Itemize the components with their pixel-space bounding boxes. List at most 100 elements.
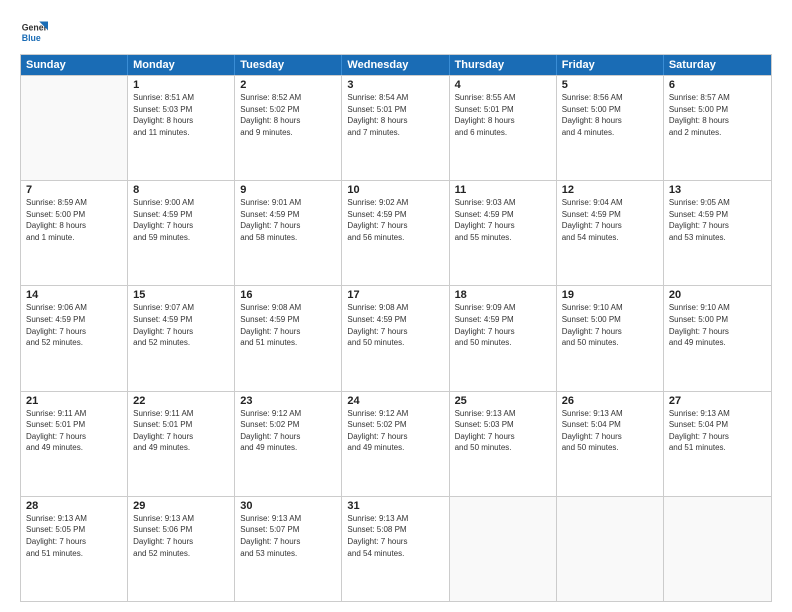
day-info: Sunrise: 9:03 AMSunset: 4:59 PMDaylight:… xyxy=(455,197,551,243)
day-info: Sunrise: 9:12 AMSunset: 5:02 PMDaylight:… xyxy=(347,408,443,454)
calendar-cell: 3Sunrise: 8:54 AMSunset: 5:01 PMDaylight… xyxy=(342,76,449,180)
header-cell: Sunday xyxy=(21,55,128,75)
day-number: 21 xyxy=(26,395,122,407)
day-number: 4 xyxy=(455,79,551,91)
day-info: Sunrise: 9:12 AMSunset: 5:02 PMDaylight:… xyxy=(240,408,336,454)
day-number: 8 xyxy=(133,184,229,196)
calendar-cell: 20Sunrise: 9:10 AMSunset: 5:00 PMDayligh… xyxy=(664,286,771,390)
day-info: Sunrise: 8:57 AMSunset: 5:00 PMDaylight:… xyxy=(669,92,766,138)
calendar-cell xyxy=(450,497,557,601)
day-number: 23 xyxy=(240,395,336,407)
day-info: Sunrise: 9:04 AMSunset: 4:59 PMDaylight:… xyxy=(562,197,658,243)
day-number: 16 xyxy=(240,289,336,301)
calendar-cell: 13Sunrise: 9:05 AMSunset: 4:59 PMDayligh… xyxy=(664,181,771,285)
calendar-cell: 24Sunrise: 9:12 AMSunset: 5:02 PMDayligh… xyxy=(342,392,449,496)
day-number: 24 xyxy=(347,395,443,407)
day-number: 20 xyxy=(669,289,766,301)
day-number: 1 xyxy=(133,79,229,91)
day-info: Sunrise: 9:13 AMSunset: 5:07 PMDaylight:… xyxy=(240,513,336,559)
day-info: Sunrise: 8:51 AMSunset: 5:03 PMDaylight:… xyxy=(133,92,229,138)
day-number: 26 xyxy=(562,395,658,407)
day-number: 5 xyxy=(562,79,658,91)
day-number: 10 xyxy=(347,184,443,196)
day-info: Sunrise: 8:55 AMSunset: 5:01 PMDaylight:… xyxy=(455,92,551,138)
calendar-cell: 4Sunrise: 8:55 AMSunset: 5:01 PMDaylight… xyxy=(450,76,557,180)
day-number: 15 xyxy=(133,289,229,301)
calendar-row: 14Sunrise: 9:06 AMSunset: 4:59 PMDayligh… xyxy=(21,285,771,390)
calendar-cell: 16Sunrise: 9:08 AMSunset: 4:59 PMDayligh… xyxy=(235,286,342,390)
day-number: 28 xyxy=(26,500,122,512)
svg-text:Blue: Blue xyxy=(22,33,41,43)
day-number: 31 xyxy=(347,500,443,512)
day-info: Sunrise: 9:02 AMSunset: 4:59 PMDaylight:… xyxy=(347,197,443,243)
calendar-cell: 5Sunrise: 8:56 AMSunset: 5:00 PMDaylight… xyxy=(557,76,664,180)
day-info: Sunrise: 9:08 AMSunset: 4:59 PMDaylight:… xyxy=(240,302,336,348)
calendar-cell: 15Sunrise: 9:07 AMSunset: 4:59 PMDayligh… xyxy=(128,286,235,390)
day-info: Sunrise: 9:11 AMSunset: 5:01 PMDaylight:… xyxy=(26,408,122,454)
header-cell: Saturday xyxy=(664,55,771,75)
calendar-cell: 18Sunrise: 9:09 AMSunset: 4:59 PMDayligh… xyxy=(450,286,557,390)
day-info: Sunrise: 9:13 AMSunset: 5:03 PMDaylight:… xyxy=(455,408,551,454)
day-number: 30 xyxy=(240,500,336,512)
day-info: Sunrise: 9:11 AMSunset: 5:01 PMDaylight:… xyxy=(133,408,229,454)
day-number: 2 xyxy=(240,79,336,91)
day-info: Sunrise: 8:59 AMSunset: 5:00 PMDaylight:… xyxy=(26,197,122,243)
day-info: Sunrise: 9:07 AMSunset: 4:59 PMDaylight:… xyxy=(133,302,229,348)
calendar-cell: 17Sunrise: 9:08 AMSunset: 4:59 PMDayligh… xyxy=(342,286,449,390)
day-number: 11 xyxy=(455,184,551,196)
header-cell: Thursday xyxy=(450,55,557,75)
header-cell: Tuesday xyxy=(235,55,342,75)
calendar: SundayMondayTuesdayWednesdayThursdayFrid… xyxy=(20,54,772,602)
calendar-cell: 9Sunrise: 9:01 AMSunset: 4:59 PMDaylight… xyxy=(235,181,342,285)
calendar-header: SundayMondayTuesdayWednesdayThursdayFrid… xyxy=(21,55,771,75)
day-info: Sunrise: 8:52 AMSunset: 5:02 PMDaylight:… xyxy=(240,92,336,138)
day-number: 6 xyxy=(669,79,766,91)
day-info: Sunrise: 9:01 AMSunset: 4:59 PMDaylight:… xyxy=(240,197,336,243)
calendar-cell xyxy=(557,497,664,601)
logo: General Blue xyxy=(20,18,48,46)
calendar-row: 1Sunrise: 8:51 AMSunset: 5:03 PMDaylight… xyxy=(21,75,771,180)
calendar-cell xyxy=(664,497,771,601)
calendar-cell: 14Sunrise: 9:06 AMSunset: 4:59 PMDayligh… xyxy=(21,286,128,390)
calendar-cell: 26Sunrise: 9:13 AMSunset: 5:04 PMDayligh… xyxy=(557,392,664,496)
day-number: 14 xyxy=(26,289,122,301)
header-cell: Wednesday xyxy=(342,55,449,75)
calendar-cell: 2Sunrise: 8:52 AMSunset: 5:02 PMDaylight… xyxy=(235,76,342,180)
day-info: Sunrise: 9:13 AMSunset: 5:08 PMDaylight:… xyxy=(347,513,443,559)
calendar-cell: 6Sunrise: 8:57 AMSunset: 5:00 PMDaylight… xyxy=(664,76,771,180)
calendar-cell: 12Sunrise: 9:04 AMSunset: 4:59 PMDayligh… xyxy=(557,181,664,285)
day-info: Sunrise: 9:09 AMSunset: 4:59 PMDaylight:… xyxy=(455,302,551,348)
day-number: 22 xyxy=(133,395,229,407)
calendar-cell: 31Sunrise: 9:13 AMSunset: 5:08 PMDayligh… xyxy=(342,497,449,601)
day-info: Sunrise: 9:13 AMSunset: 5:05 PMDaylight:… xyxy=(26,513,122,559)
header-cell: Friday xyxy=(557,55,664,75)
calendar-cell: 28Sunrise: 9:13 AMSunset: 5:05 PMDayligh… xyxy=(21,497,128,601)
calendar-cell xyxy=(21,76,128,180)
calendar-row: 7Sunrise: 8:59 AMSunset: 5:00 PMDaylight… xyxy=(21,180,771,285)
calendar-body: 1Sunrise: 8:51 AMSunset: 5:03 PMDaylight… xyxy=(21,75,771,601)
calendar-cell: 1Sunrise: 8:51 AMSunset: 5:03 PMDaylight… xyxy=(128,76,235,180)
calendar-cell: 23Sunrise: 9:12 AMSunset: 5:02 PMDayligh… xyxy=(235,392,342,496)
day-info: Sunrise: 9:10 AMSunset: 5:00 PMDaylight:… xyxy=(562,302,658,348)
calendar-cell: 30Sunrise: 9:13 AMSunset: 5:07 PMDayligh… xyxy=(235,497,342,601)
calendar-row: 21Sunrise: 9:11 AMSunset: 5:01 PMDayligh… xyxy=(21,391,771,496)
header-cell: Monday xyxy=(128,55,235,75)
calendar-cell: 29Sunrise: 9:13 AMSunset: 5:06 PMDayligh… xyxy=(128,497,235,601)
day-number: 19 xyxy=(562,289,658,301)
day-info: Sunrise: 9:08 AMSunset: 4:59 PMDaylight:… xyxy=(347,302,443,348)
day-info: Sunrise: 9:05 AMSunset: 4:59 PMDaylight:… xyxy=(669,197,766,243)
calendar-cell: 10Sunrise: 9:02 AMSunset: 4:59 PMDayligh… xyxy=(342,181,449,285)
day-info: Sunrise: 9:13 AMSunset: 5:04 PMDaylight:… xyxy=(562,408,658,454)
day-number: 29 xyxy=(133,500,229,512)
calendar-cell: 11Sunrise: 9:03 AMSunset: 4:59 PMDayligh… xyxy=(450,181,557,285)
calendar-cell: 21Sunrise: 9:11 AMSunset: 5:01 PMDayligh… xyxy=(21,392,128,496)
day-info: Sunrise: 9:06 AMSunset: 4:59 PMDaylight:… xyxy=(26,302,122,348)
day-number: 9 xyxy=(240,184,336,196)
day-number: 13 xyxy=(669,184,766,196)
calendar-cell: 25Sunrise: 9:13 AMSunset: 5:03 PMDayligh… xyxy=(450,392,557,496)
calendar-cell: 22Sunrise: 9:11 AMSunset: 5:01 PMDayligh… xyxy=(128,392,235,496)
day-number: 27 xyxy=(669,395,766,407)
day-number: 3 xyxy=(347,79,443,91)
calendar-cell: 27Sunrise: 9:13 AMSunset: 5:04 PMDayligh… xyxy=(664,392,771,496)
calendar-cell: 7Sunrise: 8:59 AMSunset: 5:00 PMDaylight… xyxy=(21,181,128,285)
